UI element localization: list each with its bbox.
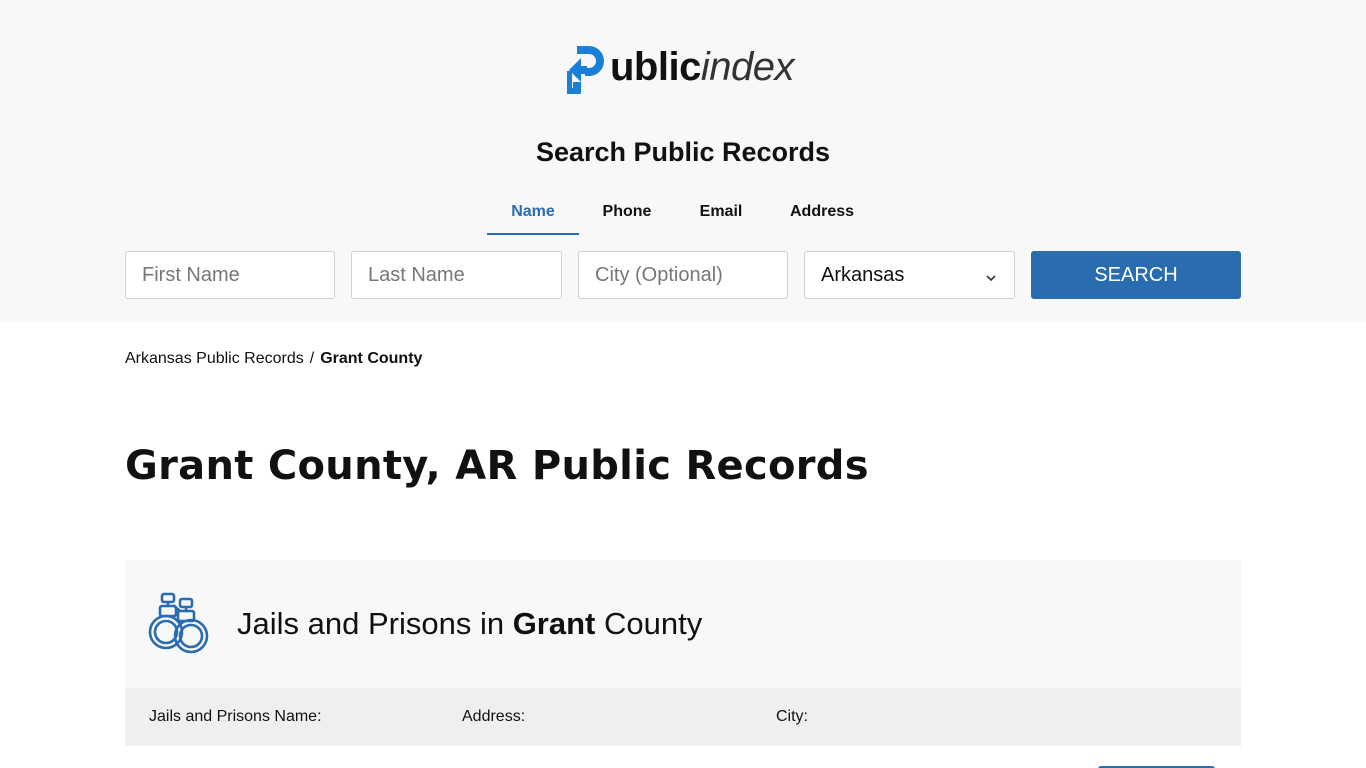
state-select[interactable]: Arkansas xyxy=(804,251,1015,299)
column-header-city: City: xyxy=(776,708,808,725)
breadcrumb-state-link[interactable]: Arkansas Public Records xyxy=(125,350,304,368)
section-title: Jails and Prisons in Grant County xyxy=(237,606,703,641)
tab-name[interactable]: Name xyxy=(487,195,579,235)
search-title: Search Public Records xyxy=(535,137,831,167)
search-tabs: Name Phone Email Address xyxy=(487,195,877,235)
tab-phone[interactable]: Phone xyxy=(579,195,675,235)
jails-prisons-section: Jails and Prisons in Grant County Jails … xyxy=(125,560,1241,768)
logo-arrow-icon xyxy=(564,40,609,96)
table-header: Jails and Prisons Name: Address: City: xyxy=(125,688,1241,746)
page-title: Grant County, AR Public Records xyxy=(125,443,869,489)
tab-address[interactable]: Address xyxy=(767,195,877,235)
breadcrumb-separator: / xyxy=(309,350,315,367)
breadcrumb-current: Grant County xyxy=(320,350,423,367)
city-input[interactable] xyxy=(578,251,788,299)
column-header-address: Address: xyxy=(462,708,526,725)
first-name-input[interactable] xyxy=(125,251,335,299)
table-row xyxy=(125,746,1241,768)
search-button[interactable]: SEARCH xyxy=(1031,251,1241,299)
column-header-name: Jails and Prisons Name: xyxy=(149,708,322,725)
handcuffs-icon xyxy=(147,592,215,656)
chevron-down-icon xyxy=(984,268,998,282)
search-header: ublicindex Search Public Records Name Ph… xyxy=(0,0,1366,322)
location-icon xyxy=(149,764,161,768)
breadcrumb: Arkansas Public Records / Grant County xyxy=(125,350,422,368)
last-name-input[interactable] xyxy=(351,251,562,299)
section-header: Jails and Prisons in Grant County xyxy=(125,560,1241,688)
publicindex-logo[interactable]: ublicindex xyxy=(564,40,794,96)
state-select-value: Arkansas xyxy=(821,263,905,286)
tab-email[interactable]: Email xyxy=(675,195,767,235)
logo-text: ublicindex xyxy=(610,45,794,89)
